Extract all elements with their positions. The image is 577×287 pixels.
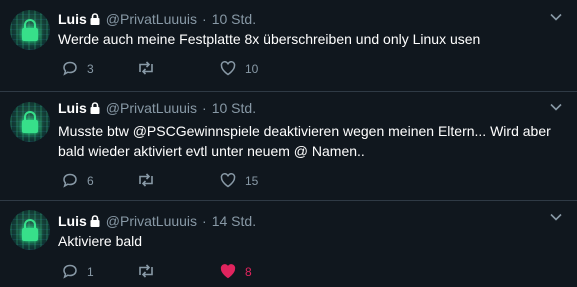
- like-count: 15: [245, 174, 259, 188]
- tweet-actions: 3 10: [58, 59, 358, 79]
- reply-icon: [63, 264, 77, 279]
- retweet-button[interactable]: [136, 262, 164, 282]
- protected-lock-icon: [90, 13, 100, 25]
- tweet[interactable]: Luis @PrivatLuuuis · 10 Std. Werde auch mei…: [0, 0, 577, 92]
- like-button[interactable]: 10: [219, 59, 258, 79]
- protected-lock-icon: [90, 215, 100, 227]
- separator: ·: [202, 11, 207, 27]
- timestamp[interactable]: 14 Std.: [212, 213, 256, 229]
- timestamp[interactable]: 10 Std.: [212, 100, 256, 116]
- heart-filled-icon: [220, 264, 236, 279]
- user-handle[interactable]: @PrivatLuuuis: [106, 11, 197, 27]
- reply-icon: [63, 173, 77, 188]
- user-handle[interactable]: @PrivatLuuuis: [106, 213, 197, 229]
- display-name[interactable]: Luis: [58, 213, 87, 229]
- tweet-feed: Luis @PrivatLuuuis · 10 Std. Werde auch mei…: [0, 0, 577, 287]
- tweet-header: Luis @PrivatLuuuis · 14 Std.: [58, 211, 256, 231]
- tweet[interactable]: Luis @PrivatLuuuis · 14 Std. Aktiviere bald…: [0, 201, 577, 287]
- chevron-down-icon[interactable]: [549, 10, 563, 24]
- heart-icon: [220, 172, 236, 188]
- protected-lock-icon: [90, 102, 100, 114]
- chevron-down-icon[interactable]: [549, 100, 563, 114]
- retweet-icon: [139, 173, 153, 187]
- like-button[interactable]: 8: [219, 262, 252, 282]
- tweet-actions: 1 8: [58, 262, 358, 282]
- display-name[interactable]: Luis: [58, 100, 87, 116]
- retweet-button[interactable]: [136, 59, 164, 79]
- reply-button[interactable]: 6: [61, 171, 94, 191]
- timestamp[interactable]: 10 Std.: [212, 11, 256, 27]
- reply-count: 1: [87, 265, 94, 279]
- retweet-button[interactable]: [136, 171, 164, 191]
- reply-count: 3: [87, 62, 94, 76]
- tweet-header: Luis @PrivatLuuuis · 10 Std.: [58, 9, 256, 29]
- user-handle[interactable]: @PrivatLuuuis: [106, 100, 197, 116]
- reply-count: 6: [87, 174, 94, 188]
- avatar[interactable]: [10, 10, 50, 50]
- tweet-text: Aktiviere bald: [58, 233, 143, 249]
- separator: ·: [202, 100, 207, 116]
- chevron-down-icon[interactable]: [549, 210, 563, 224]
- retweet-icon: [139, 61, 153, 75]
- retweet-icon: [139, 264, 153, 278]
- reply-button[interactable]: 3: [61, 59, 94, 79]
- avatar[interactable]: [10, 102, 50, 142]
- tweet-actions: 6 15: [58, 171, 358, 191]
- avatar[interactable]: [10, 210, 50, 250]
- display-name[interactable]: Luis: [58, 11, 87, 27]
- like-count: 10: [245, 62, 259, 76]
- tweet-text: Musste btw @PSCGewinnspiele deaktivieren…: [58, 123, 551, 159]
- separator: ·: [202, 213, 207, 229]
- like-button[interactable]: 15: [219, 171, 258, 191]
- reply-button[interactable]: 1: [61, 262, 94, 282]
- reply-icon: [63, 61, 77, 76]
- tweet-header: Luis @PrivatLuuuis · 10 Std.: [58, 98, 256, 118]
- heart-icon: [220, 60, 236, 76]
- tweet-text: Werde auch meine Festplatte 8x überschre…: [58, 31, 481, 47]
- like-count: 8: [245, 265, 252, 279]
- tweet[interactable]: Luis @PrivatLuuuis · 10 Std. Musste btw @PS…: [0, 92, 577, 201]
